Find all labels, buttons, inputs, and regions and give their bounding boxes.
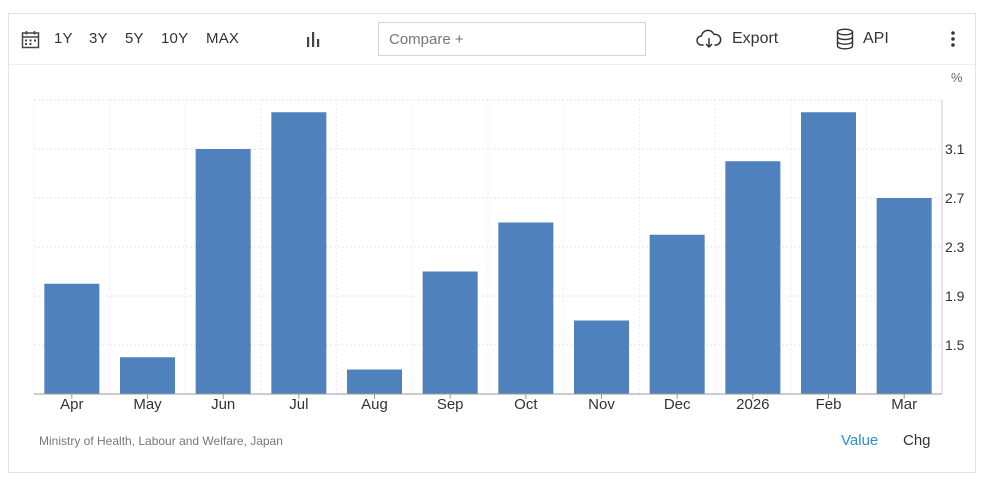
source-text: Ministry of Health, Labour and Welfare, …: [39, 434, 283, 448]
x-tick-label: Jul: [289, 396, 308, 413]
bar-jul: [271, 112, 327, 394]
y-tick-label: 2.3: [945, 239, 965, 255]
value-toggle[interactable]: Value: [841, 432, 878, 449]
x-tick-label: Oct: [514, 396, 538, 413]
x-tick-label: 2026: [736, 396, 769, 413]
x-tick-label: Aug: [361, 396, 388, 413]
bar-mar: [876, 198, 932, 394]
x-tick-label: Dec: [664, 396, 691, 413]
y-unit-label: %: [951, 70, 963, 85]
bar-chart: Apr May Jun Jul Aug Sep Oct Nov Dec 2026 Feb Mar 1.5…: [33, 70, 965, 413]
x-tick-label: May: [133, 396, 162, 413]
bar-sep: [422, 271, 478, 394]
bar-dec: [649, 234, 705, 394]
chg-toggle[interactable]: Chg: [903, 432, 931, 449]
bar-feb: [801, 112, 856, 394]
x-tick-label: Jun: [211, 396, 235, 413]
y-tick-label: 1.9: [945, 288, 965, 304]
bar-2026: [725, 161, 781, 394]
x-tick-label: Feb: [816, 396, 842, 413]
y-tick-label: 2.7: [945, 190, 965, 206]
bar-aug: [347, 369, 402, 394]
bar-apr: [44, 283, 100, 394]
x-tick-label: Apr: [60, 396, 83, 413]
x-tick-label: Mar: [891, 396, 917, 413]
x-tick-label: Nov: [588, 396, 615, 413]
y-tick-label: 1.5: [945, 337, 965, 353]
y-tick-label: 3.1: [945, 141, 965, 157]
x-tick-label: Sep: [437, 396, 464, 413]
bar-may: [120, 357, 175, 394]
chart-widget: 1Y 3Y 5Y 10Y MAX Export: [8, 13, 976, 473]
bar-oct: [498, 222, 554, 394]
bar-nov: [574, 320, 629, 394]
bar-jun: [195, 149, 251, 394]
